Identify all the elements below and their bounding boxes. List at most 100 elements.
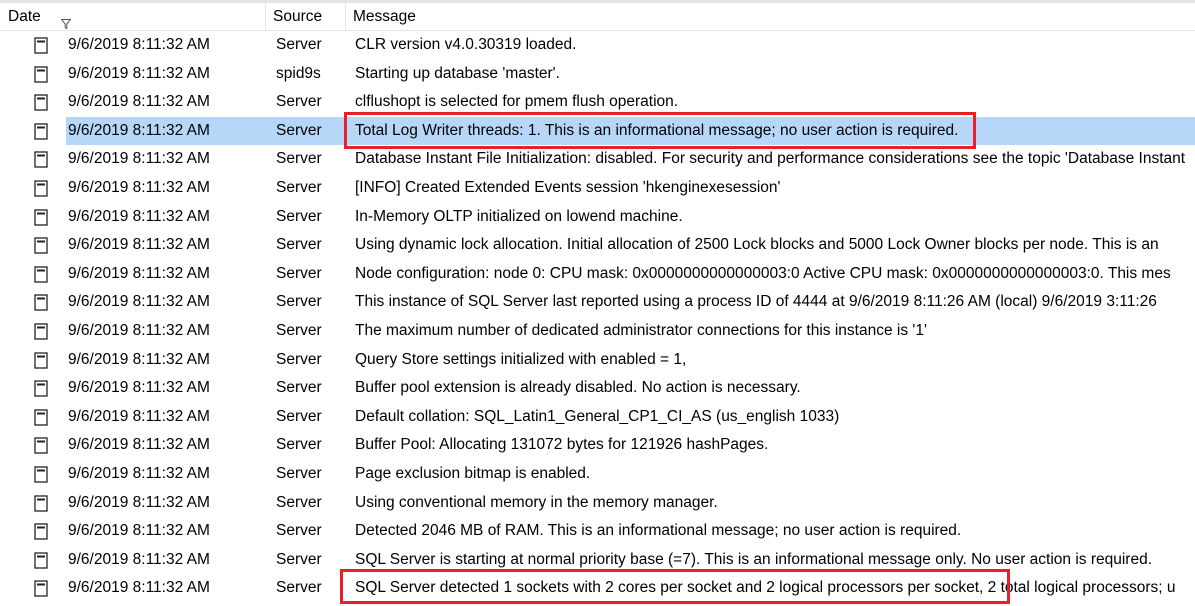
- column-header-source-label: Source: [273, 8, 323, 25]
- table-row[interactable]: 9/6/2019 8:11:32 AM Server Using conventio…: [0, 489, 1195, 518]
- cell-message: Using conventional memory in the memory …: [355, 493, 718, 511]
- table-row[interactable]: 9/6/2019 8:11:32 AM Server clflushopt is s…: [0, 88, 1195, 117]
- cell-source: Server: [276, 550, 322, 568]
- log-entry-icon: [34, 288, 52, 317]
- grid-header: Date Source Message: [0, 3, 1195, 31]
- cell-date: 9/6/2019 8:11:32 AM: [68, 207, 210, 225]
- cell-message: CLR version v4.0.30319 loaded.: [355, 36, 577, 53]
- cell-date: 9/6/2019 8:11:32 AM: [68, 93, 210, 111]
- log-entry-icon: [34, 574, 52, 603]
- log-entry-icon: [34, 117, 52, 146]
- cell-source: Server: [276, 150, 322, 168]
- cell-date: 9/6/2019 8:11:32 AM: [66, 116, 266, 146]
- table-row[interactable]: 9/6/2019 8:11:32 AM spid9s Starting up dat…: [0, 60, 1195, 89]
- cell-source: Server: [276, 264, 322, 282]
- table-row[interactable]: 9/6/2019 8:11:32 AM Server SQL Server dete…: [0, 574, 1195, 603]
- cell-message: Page exclusion bitmap is enabled.: [355, 465, 591, 482]
- cell-message: This instance of SQL Server last reporte…: [355, 293, 1157, 311]
- cell-message: Detected 2046 MB of RAM. This is an info…: [355, 522, 962, 540]
- cell-message: Buffer pool extension is already disable…: [355, 379, 801, 397]
- cell-source: Server: [276, 579, 322, 597]
- cell-message: Query Store settings initialized with en…: [355, 350, 687, 368]
- cell-source: Server: [276, 36, 322, 53]
- log-entry-icon: [34, 403, 52, 432]
- cell-date: 9/6/2019 8:11:32 AM: [68, 179, 210, 196]
- log-entry-icon: [34, 517, 52, 546]
- cell-message: Total Log Writer threads: 1. This is an …: [346, 116, 1195, 146]
- table-row[interactable]: 9/6/2019 8:11:32 AM Server [INFO] Created …: [0, 174, 1195, 203]
- log-entry-icon: [34, 203, 52, 232]
- column-header-source[interactable]: Source: [266, 3, 346, 30]
- cell-date: 9/6/2019 8:11:32 AM: [68, 550, 210, 568]
- log-entry-icon: [34, 460, 52, 489]
- log-entry-icon: [34, 145, 52, 174]
- column-header-date[interactable]: Date: [0, 3, 266, 30]
- cell-source: spid9s: [276, 64, 321, 82]
- table-row[interactable]: 9/6/2019 8:11:32 AM Server Detected 2046 M…: [0, 517, 1195, 546]
- cell-source: Server: [276, 465, 322, 482]
- cell-message: Using dynamic lock allocation. Initial a…: [355, 236, 1159, 254]
- cell-date: 9/6/2019 8:11:32 AM: [68, 64, 210, 82]
- table-row[interactable]: 9/6/2019 8:11:32 AM Server Node configurat…: [0, 260, 1195, 289]
- cell-message: clflushopt is selected for pmem flush op…: [355, 93, 679, 111]
- cell-date: 9/6/2019 8:11:32 AM: [68, 436, 210, 454]
- cell-source: Server: [266, 116, 346, 146]
- table-row[interactable]: 9/6/2019 8:11:32 AM Server Database Instan…: [0, 145, 1195, 174]
- table-row[interactable]: 9/6/2019 8:11:32 AM Server Page exclusion …: [0, 460, 1195, 489]
- log-grid-body[interactable]: 9/6/2019 8:11:32 AM Server CLR version v4.…: [0, 31, 1195, 606]
- table-row[interactable]: 9/6/2019 8:11:32 AM Server Buffer Pool: Al…: [0, 431, 1195, 460]
- column-header-message[interactable]: Message: [346, 3, 1195, 30]
- cell-source: Server: [276, 93, 322, 111]
- cell-source: Server: [276, 293, 322, 311]
- cell-source: Server: [276, 407, 322, 425]
- table-row[interactable]: 9/6/2019 8:11:32 AM Server Total Log Write…: [0, 116, 1195, 146]
- log-entry-icon: [34, 546, 52, 575]
- cell-source: Server: [276, 322, 322, 339]
- log-entry-icon: [34, 88, 52, 117]
- cell-message: [INFO] Created Extended Events session '…: [355, 179, 781, 196]
- cell-message: Starting up database 'master'.: [355, 64, 560, 82]
- cell-date: 9/6/2019 8:11:32 AM: [68, 236, 210, 254]
- cell-source: Server: [276, 522, 322, 540]
- cell-source: Server: [276, 436, 322, 454]
- table-row[interactable]: 9/6/2019 8:11:32 AM Server In-Memory OLTP …: [0, 203, 1195, 232]
- cell-date: 9/6/2019 8:11:32 AM: [68, 465, 210, 482]
- table-row[interactable]: 9/6/2019 8:11:32 AM Server The maximum num…: [0, 317, 1195, 346]
- cell-date: 9/6/2019 8:11:32 AM: [68, 493, 210, 511]
- log-entry-icon: [34, 346, 52, 375]
- cell-source: Server: [276, 236, 322, 254]
- cell-source: Server: [276, 350, 322, 368]
- cell-date: 9/6/2019 8:11:32 AM: [68, 322, 210, 339]
- table-row[interactable]: 9/6/2019 8:11:32 AM Server CLR version v4.…: [0, 31, 1195, 60]
- cell-message: SQL Server is starting at normal priorit…: [355, 550, 1153, 568]
- cell-date: 9/6/2019 8:11:32 AM: [68, 522, 210, 540]
- table-row[interactable]: 9/6/2019 8:11:32 AM Server This instance o…: [0, 288, 1195, 317]
- cell-date: 9/6/2019 8:11:32 AM: [68, 150, 210, 168]
- filter-icon[interactable]: [60, 11, 72, 30]
- cell-date: 9/6/2019 8:11:32 AM: [68, 379, 210, 397]
- cell-message: Node configuration: node 0: CPU mask: 0x…: [355, 264, 1171, 282]
- table-row[interactable]: 9/6/2019 8:11:32 AM Server SQL Server is s…: [0, 546, 1195, 575]
- table-row[interactable]: 9/6/2019 8:11:32 AM Server Buffer pool ext…: [0, 374, 1195, 403]
- log-entry-icon: [34, 374, 52, 403]
- cell-message: Default collation: SQL_Latin1_General_CP…: [355, 407, 840, 425]
- cell-date: 9/6/2019 8:11:32 AM: [68, 407, 210, 425]
- cell-source: Server: [276, 207, 322, 225]
- cell-date: 9/6/2019 8:11:32 AM: [68, 350, 210, 368]
- cell-date: 9/6/2019 8:11:32 AM: [68, 579, 210, 597]
- column-header-date-label: Date: [8, 8, 41, 25]
- cell-message: Buffer Pool: Allocating 131072 bytes for…: [355, 436, 769, 454]
- cell-date: 9/6/2019 8:11:32 AM: [68, 293, 210, 311]
- cell-message: In-Memory OLTP initialized on lowend mac…: [355, 207, 683, 225]
- table-row[interactable]: 9/6/2019 8:11:32 AM Server Query Store set…: [0, 346, 1195, 375]
- log-entry-icon: [34, 60, 52, 89]
- cell-date: 9/6/2019 8:11:32 AM: [68, 36, 210, 53]
- cell-source: Server: [276, 379, 322, 397]
- table-row[interactable]: 9/6/2019 8:11:32 AM Server Using dynamic l…: [0, 231, 1195, 260]
- log-entry-icon: [34, 174, 52, 203]
- table-row[interactable]: 9/6/2019 8:11:32 AM Server Default collati…: [0, 403, 1195, 432]
- cell-message: The maximum number of dedicated administ…: [355, 322, 927, 339]
- cell-message: Database Instant File Initialization: di…: [355, 150, 1186, 168]
- cell-message: SQL Server detected 1 sockets with 2 cor…: [355, 579, 1176, 597]
- log-entry-icon: [34, 489, 52, 518]
